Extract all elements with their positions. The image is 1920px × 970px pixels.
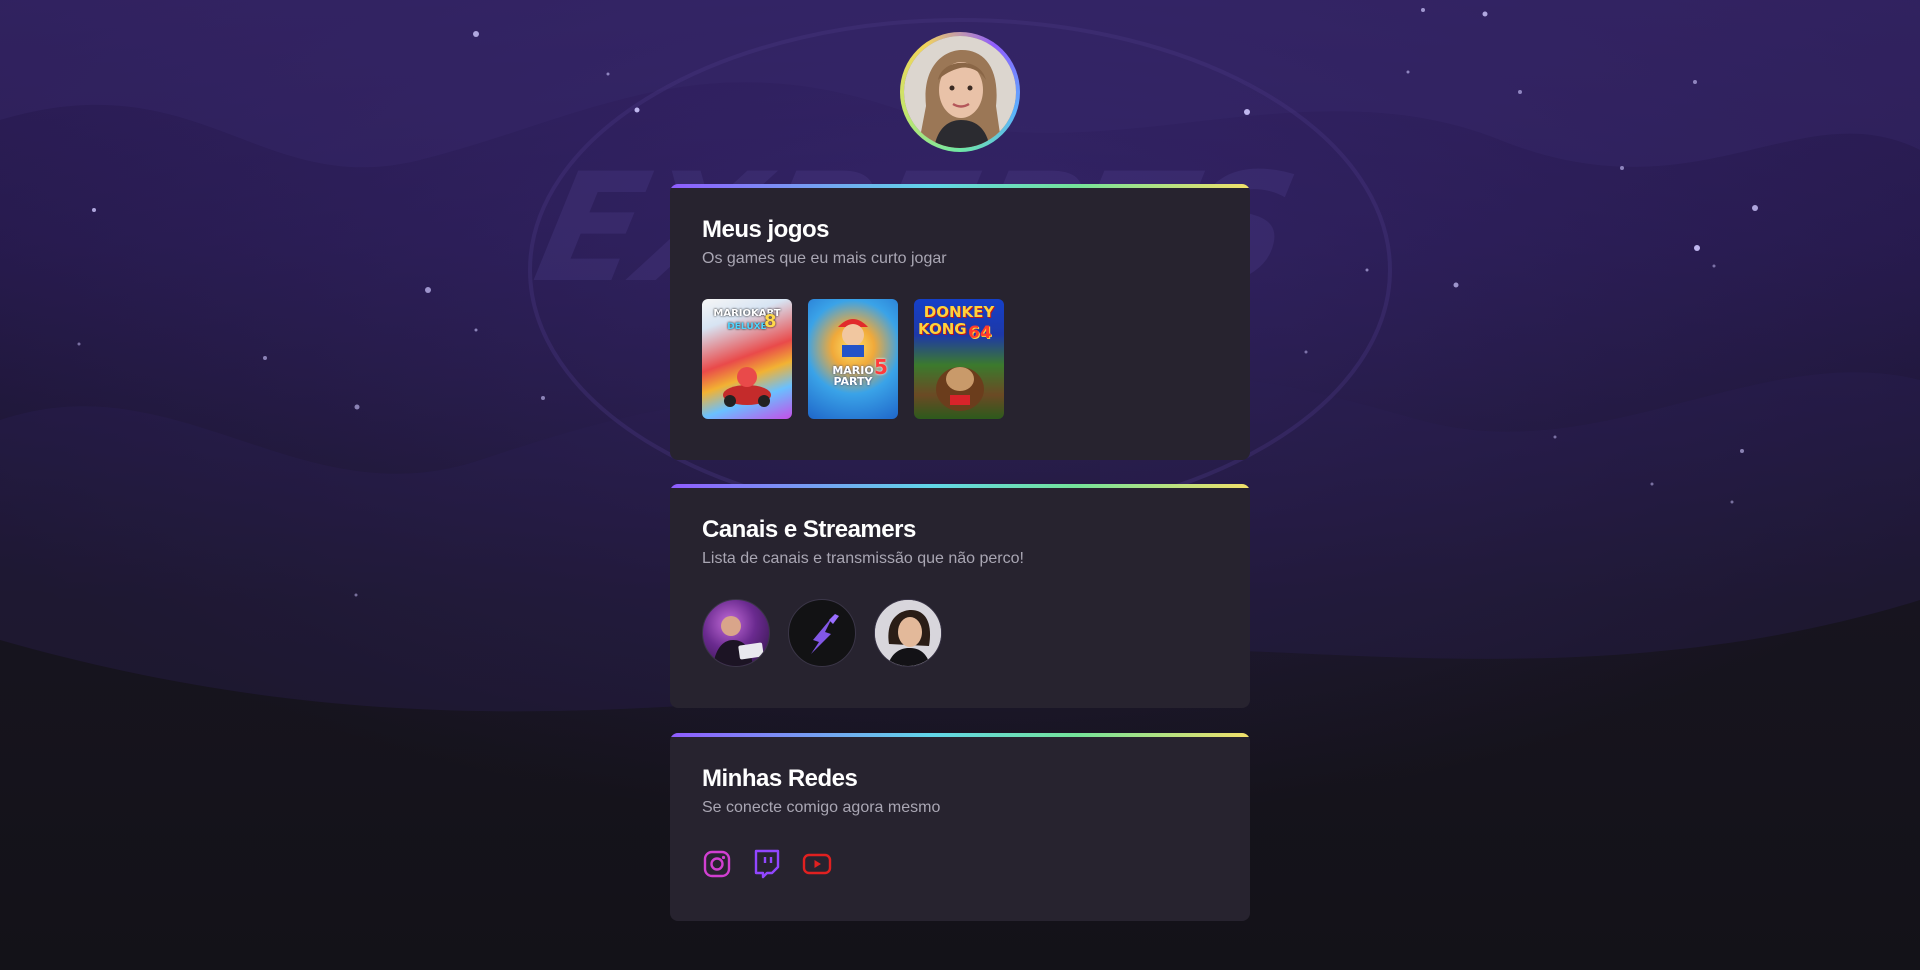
social-card-title: Minhas Redes [702, 765, 858, 792]
kart-icon [723, 367, 771, 407]
games-list: MARIOKART DELUXE 8 MARIO PARTY 5 DONKEY … [702, 299, 1004, 419]
game-cover-mario-party[interactable]: MARIO PARTY 5 [808, 299, 898, 419]
mario-icon [838, 319, 868, 357]
twitch-icon [754, 849, 780, 879]
youtube-icon [802, 853, 832, 875]
profile-avatar [900, 32, 1020, 152]
streamers-card-title: Canais e Streamers [702, 516, 916, 543]
games-card-subtitle: Os games que eu mais curto jogar [702, 250, 947, 267]
profile-photo [904, 36, 1016, 148]
instagram-link[interactable] [702, 849, 732, 879]
game-cover-donkey-kong[interactable]: DONKEY KONG 64 [914, 299, 1004, 419]
profile-page: Meus jogos Os games que eu mais curto jo… [0, 0, 1920, 970]
game-cover-line: KONG [918, 320, 967, 338]
games-card-title: Meus jogos [702, 216, 830, 243]
streamers-card-subtitle: Lista de canais e transmissão que não pe… [702, 550, 1024, 567]
game-cover-badge: 64 [968, 323, 992, 343]
social-card: Minhas Redes Se conecte comigo agora mes… [670, 733, 1250, 921]
game-cover-badge: 5 [874, 355, 888, 379]
streamer-avatar-3[interactable] [874, 599, 942, 667]
twitch-link[interactable] [752, 849, 782, 879]
game-cover-badge: 8 [764, 311, 777, 332]
rocketseat-logo-icon[interactable] [788, 599, 856, 667]
streamers-card: Canais e Streamers Lista de canais e tra… [670, 484, 1250, 708]
game-cover-mario-kart[interactable]: MARIOKART DELUXE 8 [702, 299, 792, 419]
social-links [702, 849, 832, 879]
youtube-link[interactable] [802, 849, 832, 879]
donkey-kong-icon [936, 367, 984, 411]
instagram-icon [703, 850, 731, 878]
game-cover-line: DONKEY [923, 303, 995, 321]
streamer-avatar-1[interactable] [702, 599, 770, 667]
social-card-subtitle: Se conecte comigo agora mesmo [702, 799, 941, 816]
games-card: Meus jogos Os games que eu mais curto jo… [670, 184, 1250, 460]
streamers-list [702, 599, 942, 667]
